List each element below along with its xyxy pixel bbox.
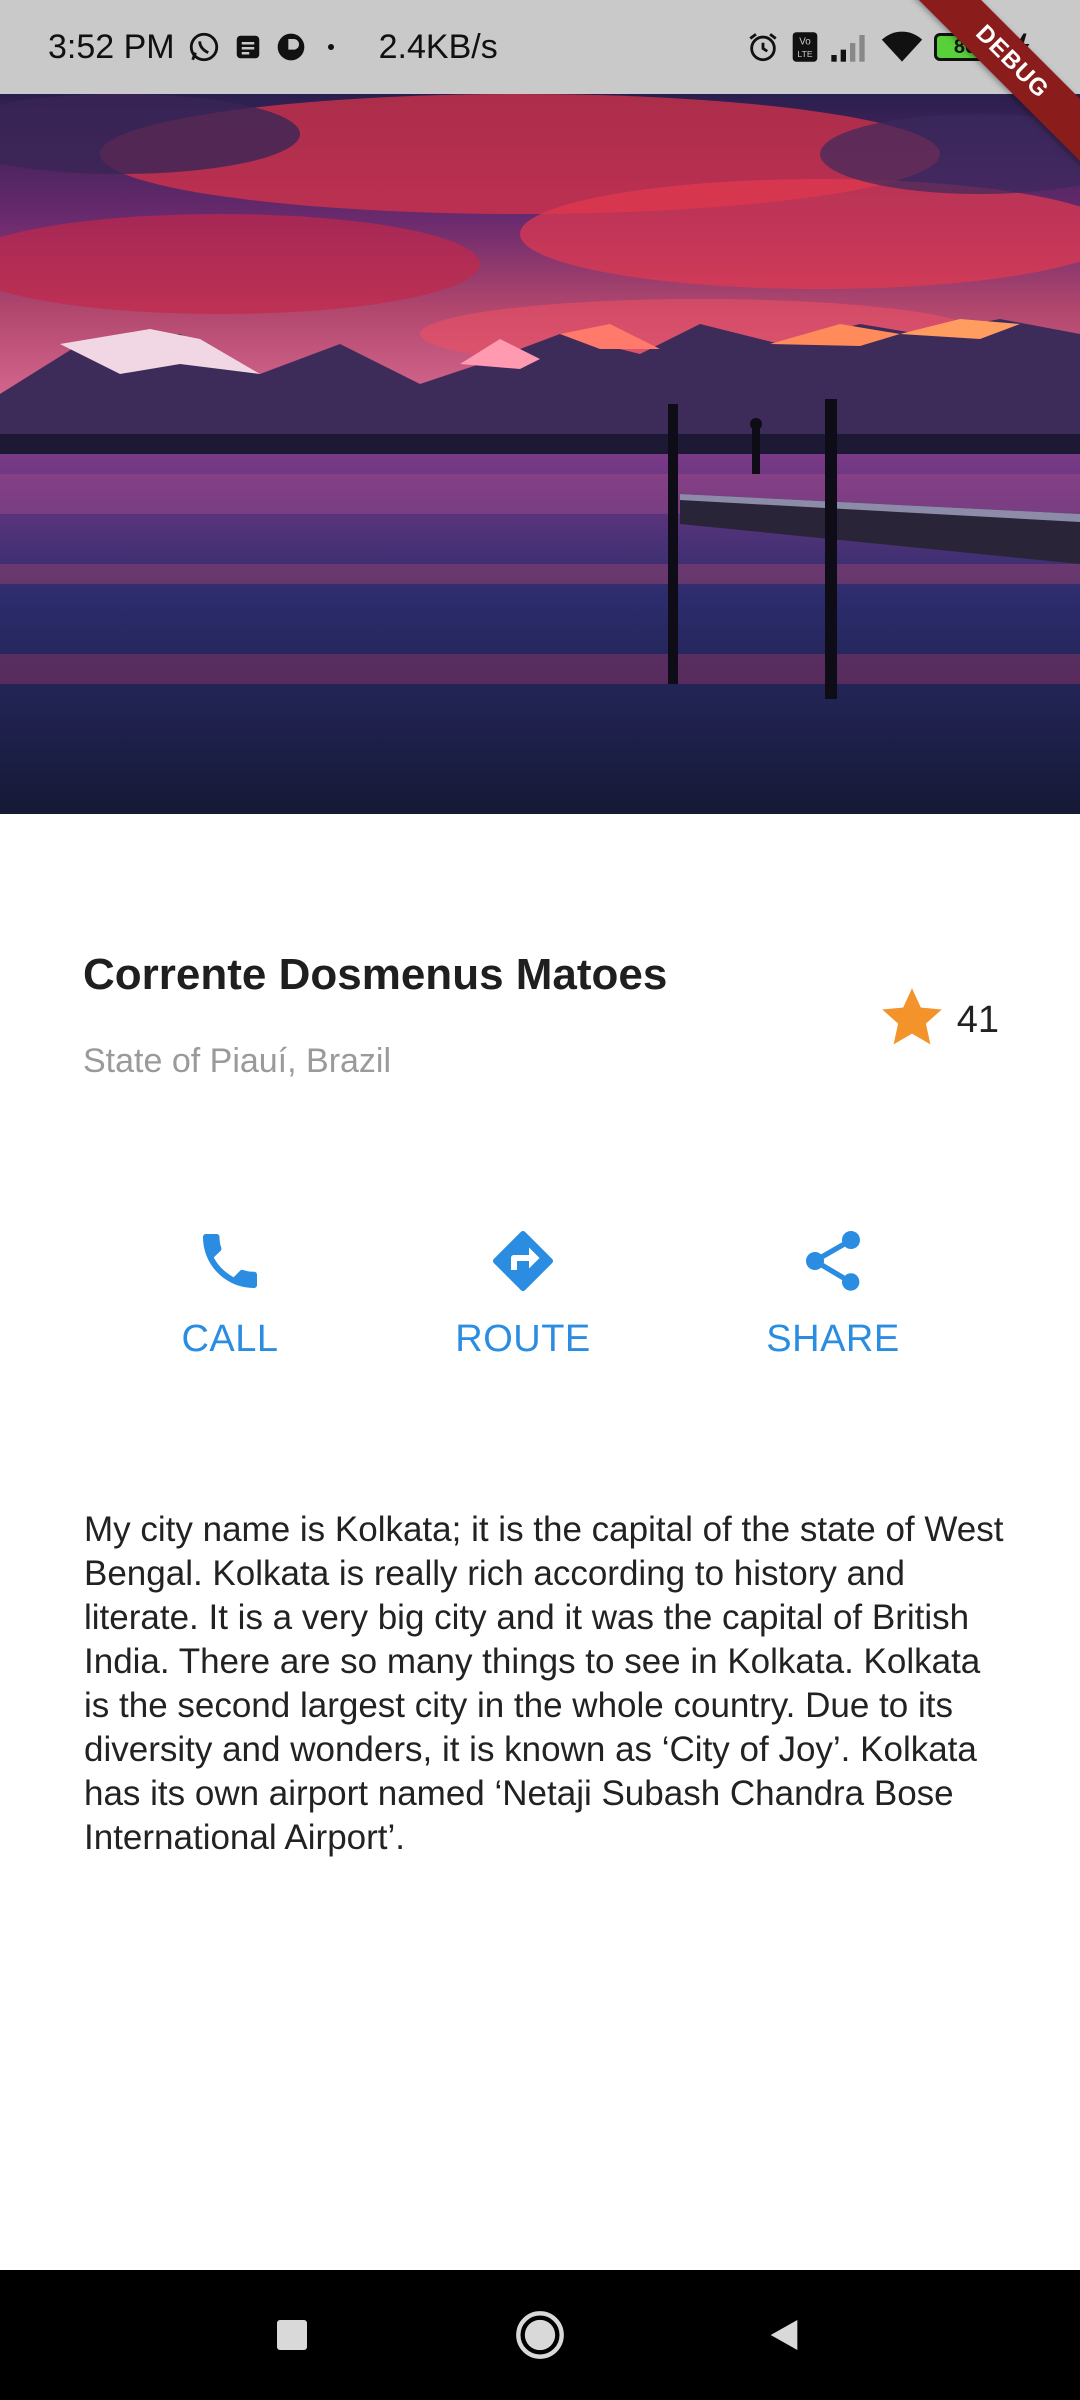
place-name: Corrente Dosmenus Matoes [83, 950, 668, 999]
action-buttons: CALL ROUTE SHARE [0, 1225, 1080, 1375]
status-time: 3:52 PM [48, 27, 175, 66]
triangle-back-icon [770, 2320, 798, 2350]
volte-icon: Vo LTE [790, 31, 820, 63]
share-button[interactable]: SHARE [733, 1225, 933, 1361]
message-icon [233, 32, 263, 62]
place-description: My city name is Kolkata; it is the capit… [84, 1510, 1004, 1857]
status-bar: 3:52 PM 2.4KB/s Vo LTE [0, 0, 1080, 94]
call-button[interactable]: CALL [130, 1225, 330, 1361]
place-location: State of Piauí, Brazil [83, 1042, 392, 1080]
svg-text:LTE: LTE [797, 49, 812, 59]
share-icon [797, 1225, 869, 1302]
title-section: Corrente Dosmenus Matoes State of Piauí,… [83, 940, 999, 1110]
star-icon[interactable] [877, 984, 947, 1057]
home-button[interactable] [480, 2270, 600, 2400]
route-button[interactable]: ROUTE [423, 1225, 623, 1361]
app-screen: 3:52 PM 2.4KB/s Vo LTE DEBUG Corrente Do… [0, 0, 1080, 2400]
alarm-icon [746, 30, 780, 64]
wifi-icon [880, 30, 924, 64]
network-speed: 2.4KB/s [378, 27, 498, 66]
svg-text:Vo: Vo [799, 37, 811, 48]
signal-icon [830, 31, 870, 63]
route-label: ROUTE [455, 1318, 591, 1360]
recents-button[interactable] [232, 2270, 352, 2400]
circle-icon [516, 2311, 564, 2359]
system-nav-bar [0, 2270, 1080, 2400]
app-icon [275, 31, 307, 63]
phone-icon [194, 1225, 266, 1302]
square-icon [277, 2320, 307, 2350]
hero-image [0, 94, 1080, 814]
dot-icon [319, 35, 343, 59]
directions-icon [487, 1225, 559, 1302]
back-button[interactable] [724, 2270, 844, 2400]
call-label: CALL [181, 1318, 279, 1360]
share-label: SHARE [766, 1318, 900, 1360]
whatsapp-icon [187, 30, 221, 64]
rating[interactable]: 41 [877, 984, 999, 1057]
rating-count: 41 [956, 999, 999, 1041]
